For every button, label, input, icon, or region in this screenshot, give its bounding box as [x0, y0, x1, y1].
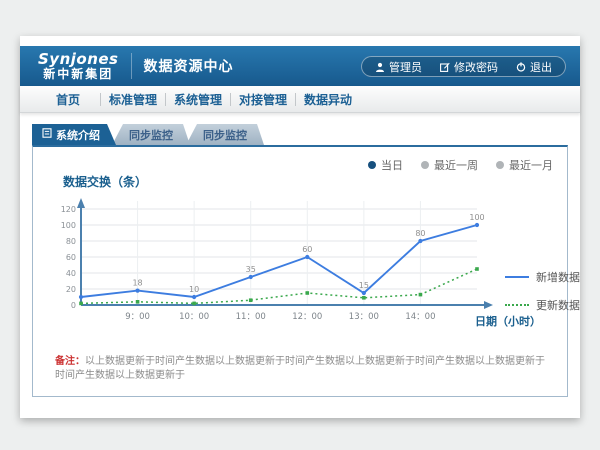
tab-system-intro-label: 系统介绍 [56, 127, 100, 143]
radio-selected-icon [368, 161, 376, 169]
nav-item-standard-mgmt[interactable]: 标准管理 [101, 91, 165, 108]
filter-option-today-label: 当日 [381, 157, 403, 173]
svg-text:60: 60 [66, 253, 76, 262]
blue-solid-line-icon [505, 276, 529, 278]
edit-icon [440, 62, 450, 72]
svg-text:80: 80 [66, 237, 76, 246]
tab-sync-monitor-1[interactable]: 同步监控 [112, 124, 190, 145]
svg-text:120: 120 [61, 205, 76, 214]
tab-sync-monitor-2-label: 同步监控 [203, 127, 247, 143]
tab-system-intro[interactable]: 系统介绍 [32, 124, 116, 145]
tab-strip: 系统介绍 同步监控 同步监控 [32, 124, 264, 145]
nav-item-data-change[interactable]: 数据异动 [296, 91, 360, 108]
filter-option-last-week[interactable]: 最近一周 [421, 157, 478, 173]
power-icon [516, 62, 526, 72]
svg-text:9：00: 9：00 [125, 312, 150, 322]
svg-text:100: 100 [469, 213, 484, 222]
header-divider [131, 53, 132, 79]
logo-text-cn: 新中新集团 [38, 68, 119, 81]
svg-text:0: 0 [71, 301, 76, 310]
svg-text:10: 10 [189, 285, 199, 294]
svg-text:60: 60 [302, 245, 312, 254]
svg-text:12：00: 12：00 [292, 312, 322, 322]
logo-text-en: Synjones [38, 52, 119, 68]
legend-item-new-data: 新增数据 [505, 269, 580, 285]
page-card: Synjones 新中新集团 数据资源中心 管理员 修改密码 [20, 36, 580, 418]
line-chart: 0 20 40 60 80 100 120 9：00 10：00 11：00 12：00 13：00 1… [47, 191, 499, 331]
logout-label: 退出 [530, 59, 552, 75]
legend-label-new-data: 新增数据 [536, 269, 580, 285]
svg-text:15: 15 [359, 281, 369, 290]
app-title: 数据资源中心 [144, 56, 234, 76]
svg-text:18: 18 [132, 279, 142, 288]
main-nav: 首页 标准管理 系统管理 对接管理 数据异动 [20, 86, 580, 113]
chart-legend: 新增数据 更新数据 [505, 269, 580, 325]
filter-option-last-month[interactable]: 最近一月 [496, 157, 553, 173]
company-logo: Synjones 新中新集团 [38, 52, 119, 80]
change-password-button[interactable]: 修改密码 [431, 59, 507, 75]
tab-sync-monitor-2[interactable]: 同步监控 [186, 124, 264, 145]
document-icon [42, 128, 52, 141]
content-panel: 当日 最近一周 最近一月 数据交换（条） 0 20 40 60 80 100 120 9：00… [32, 145, 568, 397]
nav-item-interface-mgmt[interactable]: 对接管理 [231, 91, 295, 108]
nav-item-system-mgmt[interactable]: 系统管理 [166, 91, 230, 108]
admin-user-label: 管理员 [389, 59, 422, 75]
radio-unselected-icon [496, 161, 504, 169]
logout-button[interactable]: 退出 [507, 59, 561, 75]
app-header: Synjones 新中新集团 数据资源中心 管理员 修改密码 [20, 46, 580, 86]
svg-text:100: 100 [61, 221, 76, 230]
note-text: 以上数据更新于时间产生数据以上数据更新于时间产生数据以上数据更新于时间产生数据以… [55, 356, 545, 381]
svg-text:35: 35 [246, 265, 256, 274]
tab-sync-monitor-1-label: 同步监控 [129, 127, 173, 143]
note-label: 备注： [55, 356, 85, 367]
green-dotted-line-icon [505, 304, 529, 306]
legend-label-updated-data: 更新数据 [536, 297, 580, 313]
svg-text:40: 40 [66, 269, 76, 278]
admin-user-button[interactable]: 管理员 [366, 59, 431, 75]
svg-text:14：00: 14：00 [405, 312, 435, 322]
time-range-filter: 当日 最近一周 最近一月 [368, 157, 553, 173]
svg-text:20: 20 [66, 285, 76, 294]
footer-note: 备注：以上数据更新于时间产生数据以上数据更新于时间产生数据以上数据更新于时间产生… [55, 355, 547, 383]
legend-item-updated-data: 更新数据 [505, 297, 580, 313]
svg-text:80: 80 [415, 229, 425, 238]
svg-text:10：00: 10：00 [179, 312, 209, 322]
chart-area: 0 20 40 60 80 100 120 9：00 10：00 11：00 12：00 13：00 1… [47, 191, 559, 341]
header-actions: 管理员 修改密码 退出 [361, 56, 566, 77]
nav-item-home[interactable]: 首页 [36, 91, 100, 108]
svg-text:11：00: 11：00 [236, 312, 266, 322]
filter-option-last-month-label: 最近一月 [509, 157, 553, 173]
radio-unselected-icon [421, 161, 429, 169]
chart-y-axis-title: 数据交换（条） [63, 173, 147, 190]
change-password-label: 修改密码 [454, 59, 498, 75]
user-icon [375, 62, 385, 72]
filter-option-today[interactable]: 当日 [368, 157, 403, 173]
svg-text:13：00: 13：00 [349, 312, 379, 322]
filter-option-last-week-label: 最近一周 [434, 157, 478, 173]
